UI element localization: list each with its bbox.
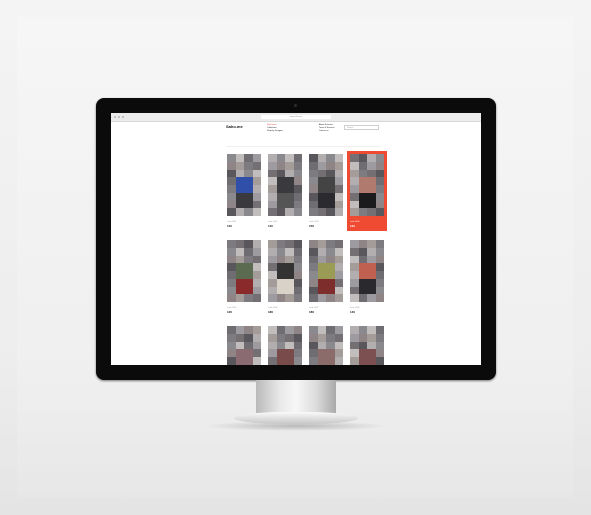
product-image[interactable] xyxy=(268,154,302,216)
product-price: 110 xyxy=(268,224,273,228)
nav-shop-by-designer[interactable]: Shop by Designer xyxy=(267,130,283,133)
product-card[interactable]: Look #012 xyxy=(350,326,384,365)
camera-icon xyxy=(294,104,297,107)
address-bar[interactable]: www.saho.me xyxy=(261,115,331,119)
monitor-stand-foot xyxy=(234,412,358,424)
product-price: 120 xyxy=(227,310,233,314)
header-divider xyxy=(226,146,381,147)
product-card[interactable]: Look #008 140 xyxy=(350,240,384,314)
product-card[interactable]: Look #009 xyxy=(227,326,261,365)
product-card[interactable]: Look #007 180 xyxy=(309,240,343,314)
site-logo[interactable]: Saho.me xyxy=(226,124,243,129)
search-input[interactable]: Search xyxy=(344,125,379,130)
monitor: www.saho.me Saho.me New Items Collection… xyxy=(96,98,496,380)
product-image[interactable] xyxy=(309,240,343,302)
product-price: 140 xyxy=(350,224,356,228)
screen: www.saho.me Saho.me New Items Collection… xyxy=(111,113,481,365)
nav-contact[interactable]: Contact us xyxy=(319,130,335,133)
product-image[interactable] xyxy=(268,326,302,365)
browser-toolbar: www.saho.me xyxy=(111,113,481,122)
product-card[interactable]: Look #002 110 xyxy=(268,154,302,228)
product-card[interactable]: Look #001 110 xyxy=(227,154,261,228)
product-image[interactable] xyxy=(268,240,302,302)
product-card[interactable]: Look #011 xyxy=(309,326,343,365)
product-image[interactable] xyxy=(309,326,343,365)
product-price: 180 xyxy=(268,310,274,314)
product-image[interactable] xyxy=(227,240,261,302)
product-image[interactable] xyxy=(227,326,261,365)
product-image[interactable] xyxy=(350,240,384,302)
window-minimize-icon[interactable] xyxy=(118,116,120,118)
window-close-icon[interactable] xyxy=(114,116,116,118)
monitor-stand-neck xyxy=(256,380,336,414)
primary-nav: New Items Collections Shop by Designer xyxy=(267,124,283,133)
product-price: 110 xyxy=(227,224,232,228)
product-card[interactable]: Look #004 140 xyxy=(347,151,387,231)
product-card[interactable]: Look #006 180 xyxy=(268,240,302,314)
product-image[interactable] xyxy=(350,326,384,365)
product-image[interactable] xyxy=(227,154,261,216)
product-card[interactable]: Look #010 xyxy=(268,326,302,365)
product-price: 180 xyxy=(309,310,315,314)
product-price: 140 xyxy=(350,310,356,314)
window-maximize-icon[interactable] xyxy=(122,116,124,118)
secondary-nav: About Saho.me Terms & Services Contact u… xyxy=(319,124,335,133)
product-image[interactable] xyxy=(309,154,343,216)
product-image[interactable] xyxy=(350,154,384,216)
product-card[interactable]: Look #003 150 xyxy=(309,154,343,228)
product-price: 150 xyxy=(309,224,315,228)
product-card[interactable]: Look #005 120 xyxy=(227,240,261,314)
